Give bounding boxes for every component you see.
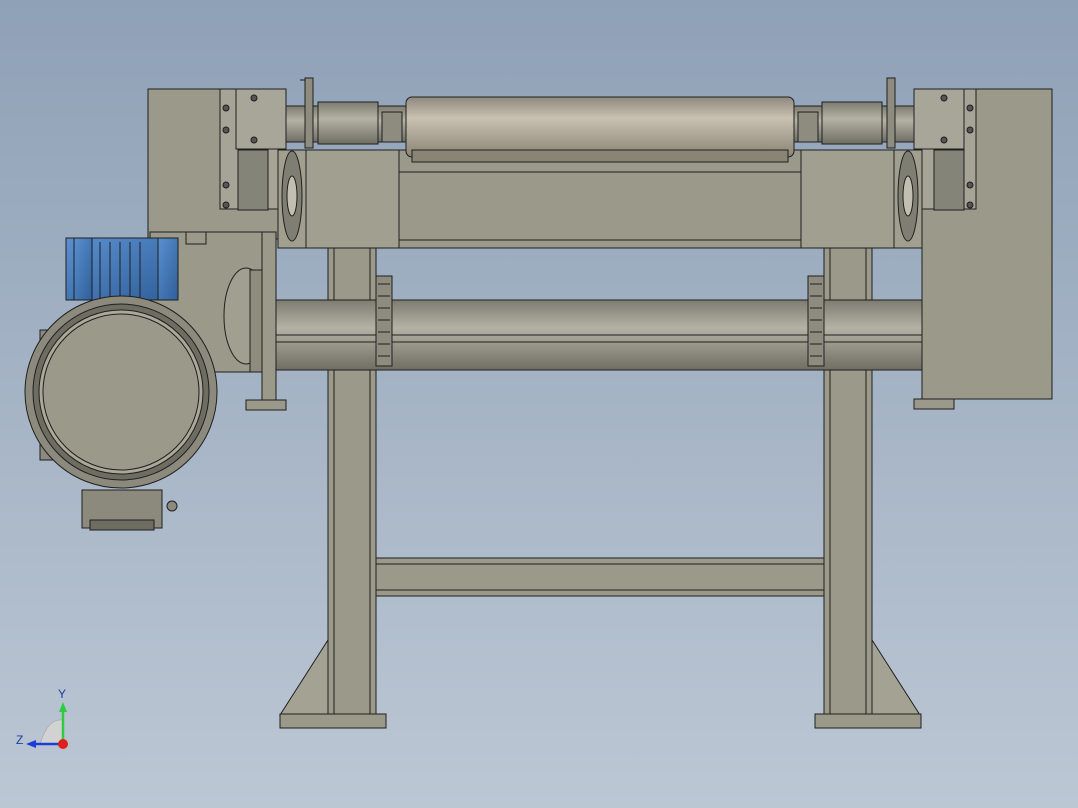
main-roller <box>405 96 795 163</box>
machine-model[interactable] <box>0 0 1078 808</box>
lower-shaft <box>261 299 927 371</box>
right-gear <box>807 275 825 367</box>
gearbox-blue <box>65 237 179 301</box>
left-gear <box>375 275 393 367</box>
y-axis-label: Y <box>58 687 66 701</box>
left-side-plate <box>147 88 307 249</box>
cad-viewport[interactable]: Y Z <box>0 0 1078 808</box>
upper-beam <box>304 149 896 249</box>
cross-brace <box>375 557 825 597</box>
axis-triad: Y Z <box>10 684 80 754</box>
motor <box>24 295 218 531</box>
triad-graphic: Y Z <box>16 687 68 749</box>
z-axis-label: Z <box>16 733 23 747</box>
